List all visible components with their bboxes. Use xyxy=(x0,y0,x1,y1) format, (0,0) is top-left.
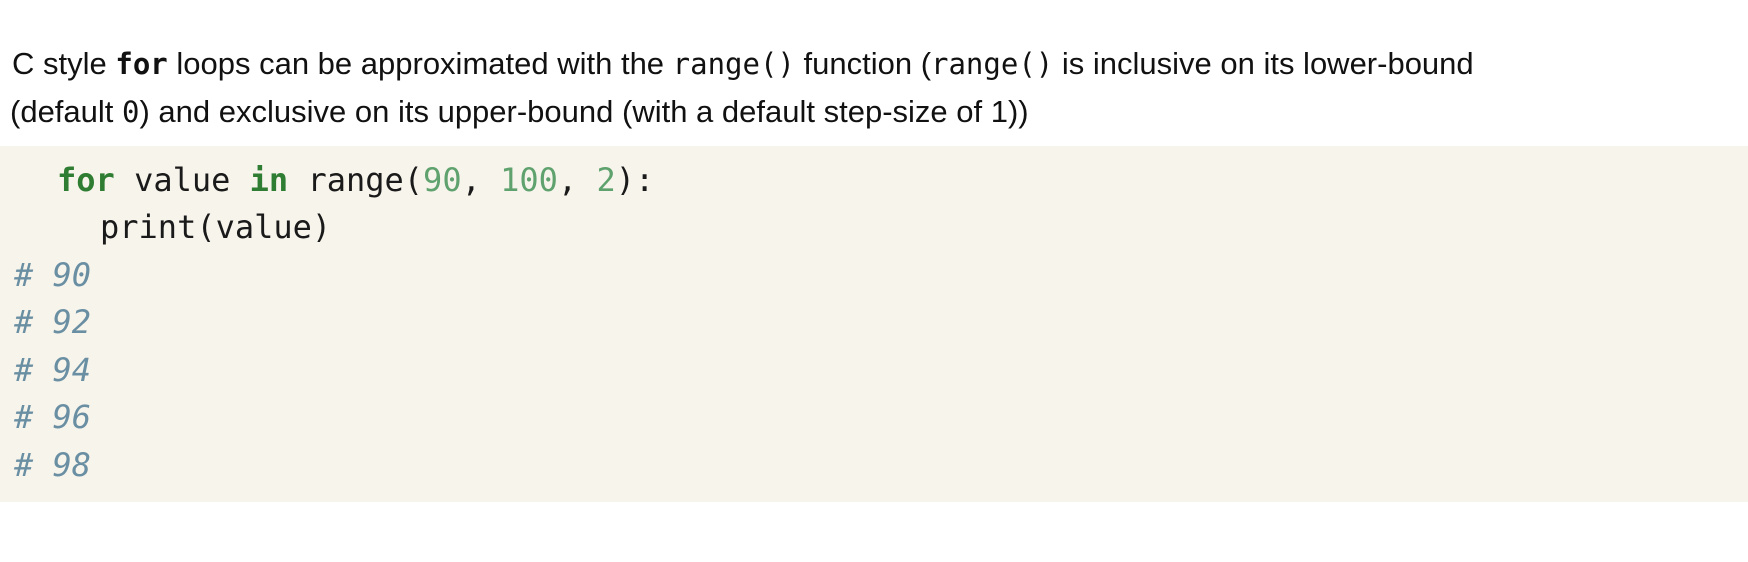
inline-code-range: range() xyxy=(672,47,795,81)
code-text: , xyxy=(557,161,597,199)
prose-line-2: (default 0) and exclusive on its upper-b… xyxy=(10,88,1732,136)
code-text: range( xyxy=(288,161,424,199)
output-comment: # 92 xyxy=(14,303,92,341)
keyword-in: in xyxy=(249,161,289,199)
keyword-for: for xyxy=(57,161,115,199)
prose-text: loops can be approximated with the xyxy=(167,46,673,81)
output-comment: # 90 xyxy=(14,256,92,294)
code-text: value xyxy=(114,161,250,199)
code-block: for value in range(90, 100, 2): print(va… xyxy=(0,146,1748,502)
output-comment: # 96 xyxy=(14,398,92,436)
code-line-for: for value in range(90, 100, 2): xyxy=(57,160,654,200)
output-comment: # 94 xyxy=(14,351,92,389)
prose-paragraph: C style for loops can be approximated wi… xyxy=(10,40,1732,136)
output-comment: # 98 xyxy=(14,446,92,484)
inline-code-keyword: for xyxy=(115,47,168,81)
code-text: ): xyxy=(615,161,655,199)
number-literal: 2 xyxy=(596,161,616,199)
code-text: , xyxy=(461,161,501,199)
number-literal: 90 xyxy=(423,161,462,199)
prose-text: C style xyxy=(12,46,116,81)
number-literal: 100 xyxy=(500,161,558,199)
prose-text: ) and exclusive on its upper-bound (with… xyxy=(139,94,1029,129)
prose-text: (default xyxy=(10,94,123,129)
prose-text: is inclusive on its lower-bound xyxy=(1053,46,1474,81)
inline-code-range: range() xyxy=(931,47,1054,81)
prose-line-1: C style for loops can be approximated wi… xyxy=(12,40,1732,88)
code-line-print: print(value) xyxy=(100,208,332,246)
prose-text: function ( xyxy=(794,46,932,81)
inline-code-zero: 0 xyxy=(122,95,140,129)
